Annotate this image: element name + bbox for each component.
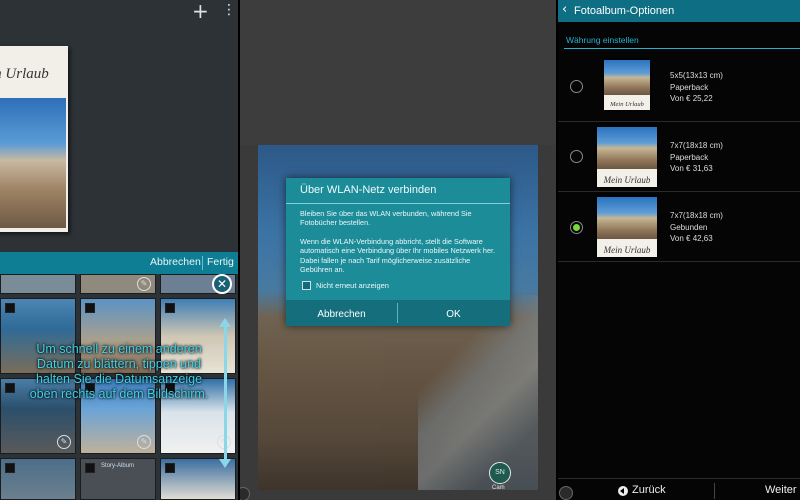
photo-thumb[interactable]: [0, 274, 76, 294]
bottom-circle-icon: [240, 487, 250, 500]
currency-setting-label[interactable]: Währung einstellen: [566, 35, 639, 45]
story-album-label: Story-Album: [101, 463, 135, 469]
scroll-gesture-hint: [218, 318, 232, 468]
arrow-down-icon: [219, 459, 231, 468]
edit-icon[interactable]: ✎: [137, 277, 151, 291]
wlan-dialog-panel: Über WLAN-Netz verbinden Bleiben Sie übe…: [240, 0, 556, 500]
dialog-cancel-button[interactable]: Abbrechen: [286, 309, 397, 320]
edit-icon[interactable]: ✎: [57, 435, 71, 449]
cam-logo-text: Cam: [492, 485, 505, 491]
scroll-hint-line: [224, 326, 227, 462]
album-option-photo: [604, 60, 650, 95]
section-underline: [564, 48, 800, 49]
dialog-title: Über WLAN-Netz verbinden: [300, 184, 437, 196]
checkbox-icon[interactable]: [5, 383, 15, 393]
album-option[interactable]: Mein Urlaub 7x7(18x18 cm) Gebunden Von €…: [558, 192, 800, 262]
album-options-panel: ‹ Fotoalbum-Optionen Währung einstellen …: [558, 0, 800, 500]
album-option-caption: Mein Urlaub: [610, 101, 644, 108]
dont-show-again-label: Nicht erneut anzeigen: [316, 281, 389, 290]
checkbox-icon[interactable]: [165, 463, 175, 473]
dimmed-background: [240, 0, 556, 145]
done-button[interactable]: Fertig: [207, 256, 234, 268]
overflow-menu-icon[interactable]: ⋮: [222, 2, 236, 18]
album-option[interactable]: Mein Urlaub 5x5(13x13 cm) Paperback Von …: [558, 52, 800, 122]
photo-thumb[interactable]: ✎: [80, 274, 156, 294]
album-option-price: Von € 25,22: [670, 94, 713, 103]
radio-button[interactable]: [570, 150, 583, 163]
bottom-nav-divider: [714, 483, 715, 499]
album-option-size: 5x5(13x13 cm): [670, 71, 723, 80]
checkbox-icon[interactable]: [5, 303, 15, 313]
options-header: ‹ Fotoalbum-Optionen: [558, 0, 800, 22]
album-option-size: 7x7(18x18 cm): [670, 211, 723, 220]
back-arrow-icon[interactable]: [618, 486, 628, 496]
album-cover-photo: [0, 98, 66, 228]
radio-button[interactable]: [570, 80, 583, 93]
bottom-navigation: Zurück Weiter: [558, 478, 800, 500]
wlan-dialog: Über WLAN-Netz verbinden Bleiben Sie übe…: [286, 178, 510, 326]
album-option-photo: [597, 197, 657, 239]
album-option-details: 7x7(18x18 cm) Paperback Von € 31,63: [670, 140, 723, 175]
album-option-photo: [597, 127, 657, 169]
dialog-ok-button[interactable]: OK: [398, 309, 509, 320]
checkbox-icon[interactable]: [5, 463, 15, 473]
actionbar-divider: [202, 256, 203, 270]
album-option-caption: Mein Urlaub: [603, 175, 651, 185]
next-button[interactable]: Weiter: [765, 484, 797, 496]
photo-selection-panel: + ⋮ in Urlaub Abbrechen Fertig ✎ ✎: [0, 0, 238, 500]
photo-thumb[interactable]: Story-Album: [80, 458, 156, 500]
album-cover-preview: in Urlaub: [0, 46, 68, 232]
dialog-paragraph-2: Wenn die WLAN-Verbindung abbricht, stell…: [300, 237, 496, 275]
checkbox-icon[interactable]: [85, 463, 95, 473]
album-option-caption: Mein Urlaub: [603, 245, 651, 255]
top-toolbar: + ⋮: [0, 0, 238, 23]
dialog-title-divider: [286, 203, 510, 204]
checkbox-icon[interactable]: [85, 303, 95, 313]
album-option-thumb: Mein Urlaub: [604, 60, 650, 110]
back-chevron-icon[interactable]: ‹: [562, 3, 570, 17]
edit-icon[interactable]: ✎: [137, 435, 151, 449]
album-option-binding: Gebunden: [670, 222, 708, 232]
date-scroll-tip: Um schnell zu einem anderen Datum zu blä…: [29, 342, 209, 401]
album-option-size: 7x7(18x18 cm): [670, 141, 723, 150]
album-option-binding: Paperback: [670, 82, 709, 92]
album-option[interactable]: Mein Urlaub 7x7(18x18 cm) Paperback Von …: [558, 122, 800, 192]
album-option-details: 7x7(18x18 cm) Gebunden Von € 42,63: [670, 210, 723, 245]
album-option-thumb: Mein Urlaub: [597, 197, 657, 257]
album-cover-title: in Urlaub: [0, 66, 49, 82]
album-option-details: 5x5(13x13 cm) Paperback Von € 25,22: [670, 70, 723, 105]
radio-button-selected[interactable]: [570, 221, 583, 234]
album-option-thumb: Mein Urlaub: [597, 127, 657, 187]
options-header-title: Fotoalbum-Optionen: [574, 5, 675, 17]
dialog-paragraph-1: Bleiben Sie über das WLAN verbunden, wäh…: [300, 209, 472, 228]
album-option-binding: Paperback: [670, 152, 709, 162]
plus-icon[interactable]: +: [192, 0, 209, 23]
album-option-price: Von € 31,63: [670, 164, 713, 173]
album-option-price: Von € 42,63: [670, 234, 713, 243]
bottom-circle-icon: [559, 486, 573, 500]
dont-show-again-checkbox[interactable]: [302, 281, 311, 290]
selection-actionbar: Abbrechen Fertig: [0, 252, 238, 274]
photo-thumb[interactable]: [0, 458, 76, 500]
cam-logo-icon: SN: [489, 462, 511, 484]
close-icon[interactable]: ✕: [212, 274, 232, 294]
cancel-button[interactable]: Abbrechen: [150, 256, 201, 268]
checkbox-icon[interactable]: [165, 303, 175, 313]
back-button[interactable]: Zurück: [632, 484, 666, 496]
